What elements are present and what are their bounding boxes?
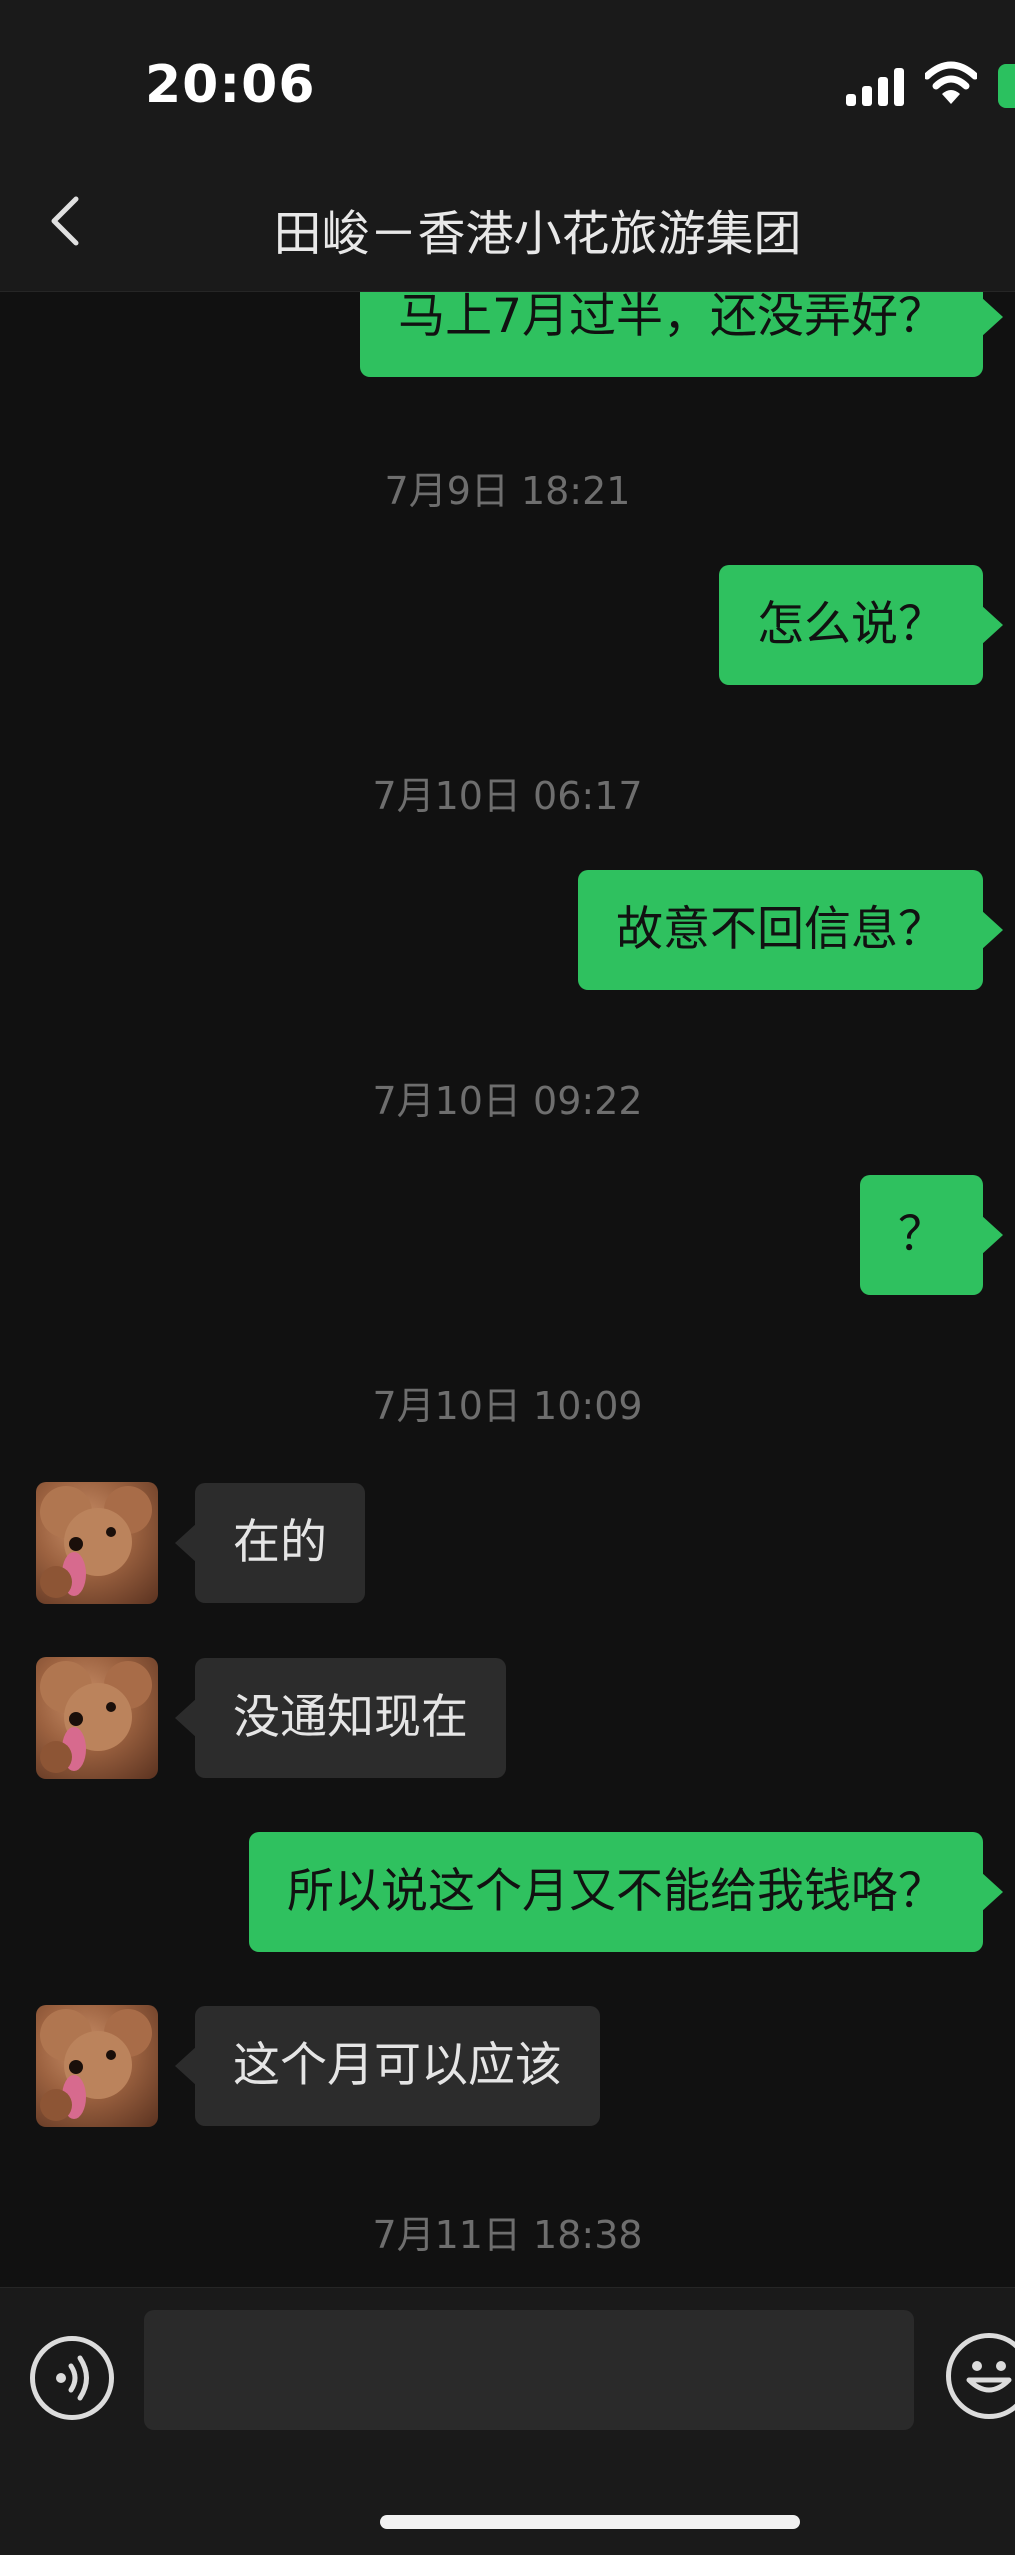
chat-title: 田峻－香港小花旅游集团 (273, 206, 802, 262)
emoji-icon (966, 2361, 1012, 2393)
contact-avatar[interactable] (36, 2005, 158, 2127)
message-list[interactable]: 马上7月过半，还没弄好？ 7月9日 18:21 怎么说？ 7月10日 06:17… (0, 292, 1015, 2287)
received-message-bubble[interactable]: 在的 (175, 1483, 365, 1603)
message-timestamp: 7月9日 18:21 (384, 469, 631, 513)
dog-avatar-image (40, 1486, 152, 1598)
cellular-signal-icon (846, 68, 906, 106)
emoji-button[interactable] (946, 2333, 1015, 2419)
contact-avatar[interactable] (36, 1482, 158, 1604)
message-text-input[interactable] (144, 2310, 914, 2430)
sent-message-bubble[interactable]: 怎么说？ (719, 565, 1003, 685)
sent-message-bubble[interactable]: 马上7月过半，还没弄好？ (360, 292, 1003, 377)
sent-message-bubble[interactable]: 故意不回信息？ (578, 870, 1003, 990)
message-timestamp: 7月10日 09:22 (372, 1079, 643, 1123)
dog-avatar-image (40, 2009, 152, 2121)
home-indicator[interactable] (380, 2515, 800, 2529)
chat-input-bar (0, 2287, 1015, 2555)
message-timestamp: 7月10日 06:17 (372, 774, 643, 818)
contact-avatar[interactable] (36, 1657, 158, 1779)
battery-icon (998, 64, 1015, 108)
voice-icon (56, 2355, 89, 2401)
wifi-icon (925, 61, 977, 104)
received-message-bubble[interactable]: 没通知现在 (175, 1658, 506, 1778)
message-timestamp: 7月10日 10:09 (372, 1384, 643, 1428)
sent-message-bubble[interactable]: 所以说这个月又不能给我钱咯？ (249, 1832, 1003, 1952)
message-timestamp: 7月11日 18:38 (372, 2213, 643, 2257)
status-bar: 20:06 (0, 0, 1015, 150)
dog-avatar-image (40, 1661, 152, 1773)
status-time: 20:06 (145, 55, 316, 115)
chat-screen: 20:06 田峻－香港小花旅游集团 马上7月过半，还没弄好？ 7月9日 18:2… (0, 0, 1015, 2555)
chevron-left-icon[interactable] (40, 195, 92, 247)
nav-bar: 田峻－香港小花旅游集团 (0, 150, 1015, 292)
voice-input-button[interactable] (30, 2336, 114, 2420)
received-message-bubble[interactable]: 这个月可以应该 (175, 2006, 600, 2126)
sent-message-bubble[interactable]: ？ (860, 1175, 1003, 1295)
